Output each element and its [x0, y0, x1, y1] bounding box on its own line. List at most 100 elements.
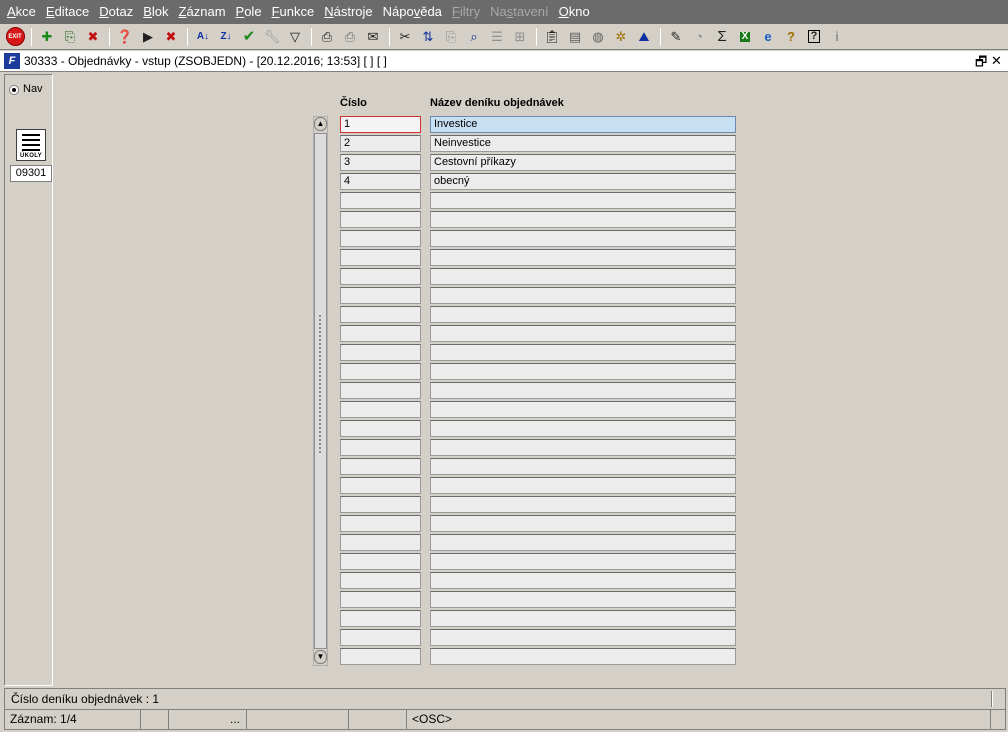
print-preview-button[interactable]: ⎙ — [339, 26, 361, 48]
mail-button[interactable]: ✉ — [362, 26, 384, 48]
name-cell[interactable] — [430, 344, 736, 361]
number-cell[interactable] — [340, 553, 421, 570]
number-cell[interactable] — [340, 325, 421, 342]
name-cell[interactable] — [430, 192, 736, 209]
document-button[interactable]: ▤ — [564, 26, 586, 48]
name-cell[interactable] — [430, 306, 736, 323]
number-cell[interactable] — [340, 458, 421, 475]
name-cell[interactable] — [430, 325, 736, 342]
name-cell[interactable] — [430, 572, 736, 589]
nav-code-field[interactable]: 09301 — [10, 165, 52, 182]
filter-button[interactable]: ▽ — [284, 26, 306, 48]
settings-button[interactable]: ✲ — [610, 26, 632, 48]
name-cell[interactable] — [430, 477, 736, 494]
restore-icon[interactable]: 🗗︎ — [975, 53, 987, 75]
name-cell[interactable] — [430, 439, 736, 456]
name-cell[interactable] — [430, 249, 736, 266]
sort-desc-button[interactable]: Z↓ — [215, 26, 237, 48]
menu-item-akce[interactable]: Akce — [2, 0, 41, 24]
name-cell[interactable] — [430, 230, 736, 247]
delete-record-button[interactable]: ✖ — [82, 26, 104, 48]
number-cell[interactable] — [340, 648, 421, 665]
sort-asc-button[interactable]: A↓ — [192, 26, 214, 48]
menu-item-napoveda[interactable]: Nápověda — [378, 0, 447, 24]
help-context-button[interactable]: ? — [780, 26, 802, 48]
name-cell[interactable] — [430, 534, 736, 551]
name-cell[interactable] — [430, 401, 736, 418]
name-cell[interactable] — [430, 610, 736, 627]
clipboard-button[interactable]: 📋︎ — [541, 26, 563, 48]
number-cell[interactable] — [340, 230, 421, 247]
name-cell[interactable] — [430, 268, 736, 285]
number-cell[interactable] — [340, 249, 421, 266]
name-cell[interactable]: Investice — [430, 116, 736, 133]
number-cell[interactable] — [340, 344, 421, 361]
name-cell[interactable]: Cestovní příkazy — [430, 154, 736, 171]
query-execute-button[interactable]: ▶ — [137, 26, 159, 48]
cut-button[interactable]: ✂ — [394, 26, 416, 48]
number-cell[interactable]: 3 — [340, 154, 421, 171]
menu-item-funkce[interactable]: Funkce — [267, 0, 320, 24]
number-cell[interactable] — [340, 268, 421, 285]
name-cell[interactable] — [430, 648, 736, 665]
add-record-button[interactable]: ✚ — [36, 26, 58, 48]
copy-record-button[interactable]: ⎘ — [59, 26, 81, 48]
info-button[interactable]: i — [826, 26, 848, 48]
copy-button[interactable]: ⎘ — [440, 26, 462, 48]
number-cell[interactable] — [340, 591, 421, 608]
number-cell[interactable] — [340, 572, 421, 589]
query-enter-button[interactable]: ❓ — [114, 26, 136, 48]
name-cell[interactable] — [430, 420, 736, 437]
print-button[interactable]: ⎙ — [316, 26, 338, 48]
menu-item-editace[interactable]: Editace — [41, 0, 94, 24]
menu-item-dotaz[interactable]: Dotaz — [94, 0, 138, 24]
globe-button[interactable]: ◍ — [587, 26, 609, 48]
number-cell[interactable] — [340, 401, 421, 418]
menu-item-nastroje[interactable]: Nástroje — [319, 0, 377, 24]
tasks-button[interactable]: ÚKOLY — [16, 129, 46, 161]
number-cell[interactable] — [340, 629, 421, 646]
name-cell[interactable] — [430, 553, 736, 570]
name-cell[interactable] — [430, 629, 736, 646]
tools-button[interactable]: 🔧︎ — [261, 26, 283, 48]
sum-button[interactable]: Σ — [711, 26, 733, 48]
name-cell[interactable] — [430, 211, 736, 228]
excel-button[interactable]: X — [734, 26, 756, 48]
find-button[interactable]: ⌕ — [463, 26, 485, 48]
number-cell[interactable] — [340, 477, 421, 494]
report-button[interactable]: ✎ — [665, 26, 687, 48]
number-cell[interactable] — [340, 534, 421, 551]
number-cell[interactable] — [340, 211, 421, 228]
number-cell[interactable]: 4 — [340, 173, 421, 190]
number-cell[interactable] — [340, 610, 421, 627]
number-cell[interactable] — [340, 496, 421, 513]
paste-button[interactable]: ⇅ — [417, 26, 439, 48]
browser-button[interactable]: e — [757, 26, 779, 48]
nav-radio[interactable] — [9, 85, 19, 95]
number-cell[interactable]: 2 — [340, 135, 421, 152]
chart-button[interactable]: ⛰︎ — [633, 26, 655, 48]
close-icon[interactable]: ✕ — [991, 53, 1002, 69]
query-cancel-button[interactable]: ✖ — [160, 26, 182, 48]
menu-item-pole[interactable]: Pole — [231, 0, 267, 24]
menu-item-zaznam[interactable]: Záznam — [174, 0, 231, 24]
name-cell[interactable] — [430, 363, 736, 380]
name-cell[interactable]: obecný — [430, 173, 736, 190]
number-cell[interactable] — [340, 363, 421, 380]
number-cell[interactable]: 1 — [340, 116, 421, 133]
commit-button[interactable]: ✔ — [238, 26, 260, 48]
name-cell[interactable] — [430, 496, 736, 513]
number-cell[interactable] — [340, 515, 421, 532]
list-button[interactable]: ☰ — [486, 26, 508, 48]
name-cell[interactable] — [430, 287, 736, 304]
number-cell[interactable] — [340, 192, 421, 209]
number-cell[interactable] — [340, 287, 421, 304]
number-cell[interactable] — [340, 439, 421, 456]
exit-button[interactable]: EXIT — [4, 26, 26, 48]
menu-item-blok[interactable]: Blok — [138, 0, 173, 24]
tree-button[interactable]: ⊞ — [509, 26, 531, 48]
name-cell[interactable] — [430, 458, 736, 475]
clock-button[interactable]: ◔ — [688, 26, 710, 48]
help-button[interactable]: ? — [803, 26, 825, 48]
menu-item-okno[interactable]: Okno — [554, 0, 595, 24]
